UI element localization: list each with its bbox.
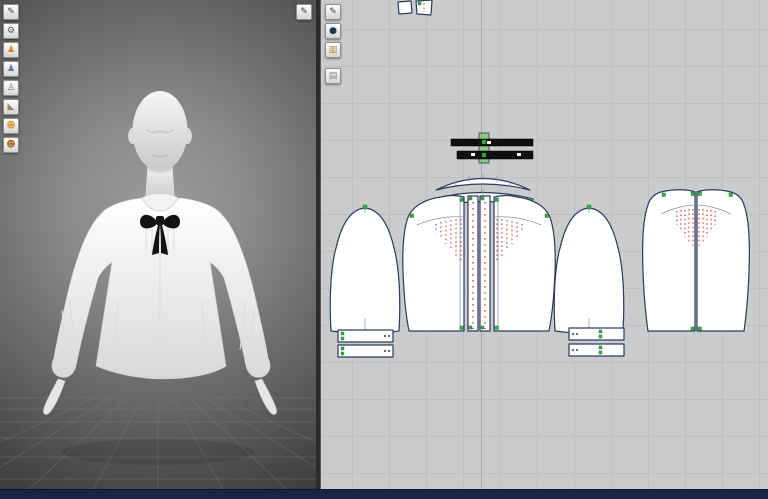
pattern-toolbar: ✎ ● ▥ ▤ <box>325 4 341 84</box>
avatar-toolbar: ✎ ⚙ ♟ ♟ ♙ ◣ ☻ ☻ <box>3 4 19 153</box>
placket-right-piece[interactable] <box>479 195 491 332</box>
pen-tool-corner[interactable]: ✎ <box>296 4 312 20</box>
ribbon-bar-top[interactable] <box>450 138 534 147</box>
sphere-icon-glyph: ● <box>329 25 337 36</box>
front-left-bodice-piece[interactable] <box>402 194 465 332</box>
layers-icon-glyph: ▤ <box>328 70 338 81</box>
layers-icon[interactable]: ▤ <box>325 68 341 84</box>
back-right-bodice-piece[interactable] <box>696 189 750 332</box>
fabric-icon[interactable]: ▥ <box>325 42 341 58</box>
pattern-canvas <box>329 0 750 358</box>
cuff-right-top-piece[interactable] <box>568 327 625 341</box>
status-bar <box>0 489 768 499</box>
garment-design-workspace: ✎ ⚙ ♟ ♟ ♙ ◣ ☻ ☻ ✎ ✎ ● ▥ ▤ <box>0 0 768 499</box>
back-left-bodice-piece[interactable] <box>642 189 696 332</box>
sphere-icon[interactable]: ● <box>325 23 341 39</box>
gear-icon[interactable]: ⚙ <box>3 23 19 39</box>
hair-icon[interactable]: ☻ <box>3 137 19 153</box>
mannequin-icon-glyph: ♙ <box>6 82 16 93</box>
cuff-left-top-piece[interactable] <box>337 329 394 343</box>
pen-tool-icon[interactable]: ✎ <box>325 4 341 20</box>
floor-grid <box>0 394 316 489</box>
gear-icon-glyph: ⚙ <box>6 25 16 36</box>
head-icon-glyph: ☻ <box>6 120 16 131</box>
floor-shadow <box>62 439 254 465</box>
head-icon[interactable]: ☻ <box>3 118 19 134</box>
viewport-3d[interactable]: ✎ ⚙ ♟ ♟ ♙ ◣ ☻ ☻ ✎ <box>0 0 316 489</box>
pen-tool-icon-glyph: ✎ <box>7 6 15 17</box>
blouse-garment[interactable] <box>51 193 271 380</box>
avatar-blue-icon-glyph: ♟ <box>6 63 16 74</box>
pen-tool-icon-glyph: ✎ <box>329 6 337 17</box>
collar-piece[interactable] <box>435 174 531 191</box>
ribbon-pieces[interactable] <box>450 132 534 164</box>
pen-tool-icon: ✎ <box>300 6 308 17</box>
avatar-orange-icon-glyph: ♟ <box>6 44 16 55</box>
avatar-orange-icon[interactable]: ♟ <box>3 42 19 58</box>
right-sleeve-piece[interactable] <box>553 204 625 334</box>
fabric-icon-glyph: ▥ <box>328 44 338 55</box>
shoe-icon[interactable]: ◣ <box>3 99 19 115</box>
partial-piece-b[interactable] <box>415 0 433 16</box>
placket-left-piece[interactable] <box>467 195 479 332</box>
3d-scene <box>0 91 316 489</box>
ribbon-bar-bottom[interactable] <box>456 150 534 160</box>
hair-icon-glyph: ☻ <box>6 139 16 150</box>
cuff-left-bottom-piece[interactable] <box>337 344 394 358</box>
front-right-bodice-piece[interactable] <box>493 194 556 332</box>
partial-piece-a[interactable] <box>397 0 413 15</box>
left-sleeve-piece[interactable] <box>329 204 401 334</box>
mannequin-icon[interactable]: ♙ <box>3 80 19 96</box>
head <box>132 91 188 171</box>
pen-tool-icon[interactable]: ✎ <box>3 4 19 20</box>
viewport-2d[interactable]: ✎ ● ▥ ▤ <box>321 0 768 489</box>
cuff-right-bottom-piece[interactable] <box>568 343 625 357</box>
shoe-icon-glyph: ◣ <box>7 101 15 112</box>
avatar-blue-icon[interactable]: ♟ <box>3 61 19 77</box>
